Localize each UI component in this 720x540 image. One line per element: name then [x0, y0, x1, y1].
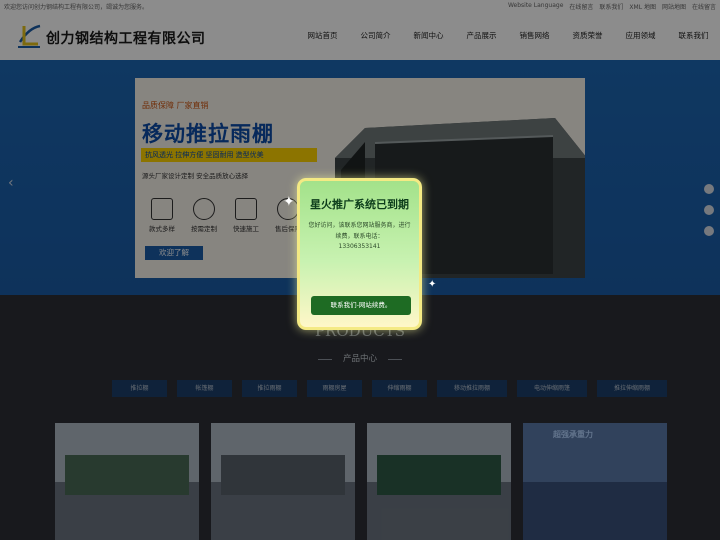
sparkle-icon: ✦	[428, 279, 437, 290]
dialog-title: 星火推广系统已到期	[310, 198, 409, 211]
sparkle-icon: ✦	[283, 194, 295, 210]
dialog-message: 您好访问，该联系您网站服务商，进行续费，联系电话： 13306353141	[308, 221, 411, 253]
dialog-phone: 13306353141	[338, 243, 381, 250]
dialog-message-text: 您好访问，该联系您网站服务商，进行续费，联系电话：	[308, 222, 411, 240]
contact-renew-button[interactable]: 联系我们-网站续费。	[311, 296, 411, 315]
expiry-dialog: 星火推广系统已到期 您好访问，该联系您网站服务商，进行续费，联系电话： 1330…	[297, 178, 422, 330]
